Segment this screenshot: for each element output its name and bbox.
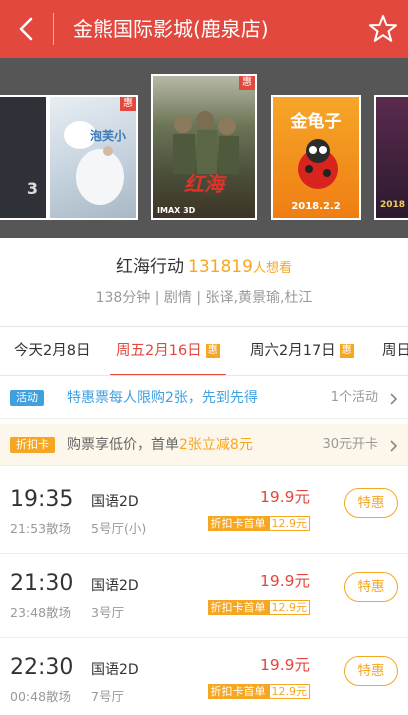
showtime-row[interactable]: 19:35 21:53散场 国语2D 5号厅(小) 19.9元 折扣卡首单 12.… (0, 470, 408, 554)
star-favorite-icon[interactable] (366, 12, 400, 46)
hall-name: 3号厅 (91, 605, 124, 620)
special-offer-button[interactable]: 特惠 (344, 488, 398, 518)
discount-card-price: 折扣卡首单 12.9元 (207, 516, 310, 531)
movie-poster-selected[interactable]: 红海 IMAX 3D 惠 (151, 74, 257, 220)
start-time: 22:30 (10, 655, 74, 680)
wish-count: 131819 (188, 257, 253, 277)
movie-poster[interactable]: 3 (0, 95, 48, 220)
ticket-price: 19.9元 (259, 656, 310, 674)
movie-meta: 138分钟 | 剧情 | 张译,黄景瑜,杜江 (95, 290, 313, 306)
end-time: 00:48散场 (10, 689, 72, 704)
chevron-right-icon (390, 393, 398, 405)
language-format: 国语2D (91, 578, 139, 594)
page-title: 金熊国际影城(鹿泉店) (73, 17, 269, 41)
ticket-price: 19.9元 (259, 572, 310, 590)
movie-title: 红海行动 (116, 257, 185, 277)
discount-card-tag: 折扣卡 (10, 437, 55, 453)
activity-text: 特惠票每人限购2张，先到先得 (67, 390, 258, 406)
movie-poster[interactable]: 2018 (374, 95, 408, 220)
language-format: 国语2D (91, 494, 139, 510)
tab-date-fri[interactable]: 周五2月16日惠 (110, 327, 226, 375)
discount-card-price: 折扣卡首单 12.9元 (207, 684, 310, 699)
ticket-price: 19.9元 (259, 488, 310, 506)
activity-count: 1个活动 (330, 390, 378, 405)
movie-poster[interactable]: 金龟子 2018.2.2 (271, 95, 361, 220)
discount-card-price: 折扣卡首单 12.9元 (207, 600, 310, 615)
discount-badge: 惠 (339, 344, 354, 358)
movie-poster[interactable]: 泡芙小 惠 (48, 95, 138, 220)
language-format: 国语2D (91, 662, 139, 678)
showtime-row[interactable]: 22:30 00:48散场 国语2D 7号厅 19.9元 折扣卡首单 12.9元 … (0, 638, 408, 715)
poster-artwork-icon (64, 121, 124, 205)
discount-badge: 惠 (205, 344, 220, 358)
chevron-right-icon (390, 440, 398, 452)
top-bar: 金熊国际影城(鹿泉店) (0, 0, 408, 58)
activity-promo-row[interactable]: 活动 特惠票每人限购2张，先到先得 1个活动 (0, 377, 408, 419)
tab-date-today[interactable]: 今天2月8日 (14, 327, 90, 375)
back-arrow-icon[interactable] (10, 12, 44, 46)
open-card-price: 30元开卡 (322, 437, 378, 452)
activity-tag: 活动 (10, 390, 44, 406)
end-time: 23:48散场 (10, 605, 72, 620)
end-time: 21:53散场 (10, 521, 72, 536)
special-offer-button[interactable]: 特惠 (344, 656, 398, 686)
poster-carousel[interactable]: 3 泡芙小 惠 红海 IMAX 3D 惠 金龟子 2018.2.2 2018 (0, 58, 408, 238)
tab-date-sun[interactable]: 周日 (382, 327, 408, 375)
ladybug-character-icon (298, 139, 338, 189)
tab-date-sat[interactable]: 周六2月17日惠 (250, 327, 354, 375)
start-time: 19:35 (10, 487, 74, 512)
start-time: 21:30 (10, 571, 74, 596)
showtime-row[interactable]: 21:30 23:48散场 国语2D 3号厅 19.9元 折扣卡首单 12.9元 … (0, 554, 408, 638)
movie-info: 红海行动 131819人想看 138分钟 | 剧情 | 张译,黄景瑜,杜江 (0, 238, 408, 326)
special-offer-button[interactable]: 特惠 (344, 572, 398, 602)
hall-name: 5号厅(小) (91, 521, 147, 536)
movie-title-row: 红海行动 131819人想看 (0, 255, 408, 281)
discount-card-promo-row[interactable]: 折扣卡 购票享低价，首单2张立减8元 30元开卡 (0, 424, 408, 466)
wish-label: 人想看 (252, 261, 292, 276)
date-tab-bar: 今天2月8日 周五2月16日惠 周六2月17日惠 周日 (0, 326, 408, 376)
hall-name: 7号厅 (91, 689, 124, 704)
header-divider (53, 13, 54, 45)
discount-card-text: 购票享低价，首单2张立减8元 (67, 437, 253, 453)
